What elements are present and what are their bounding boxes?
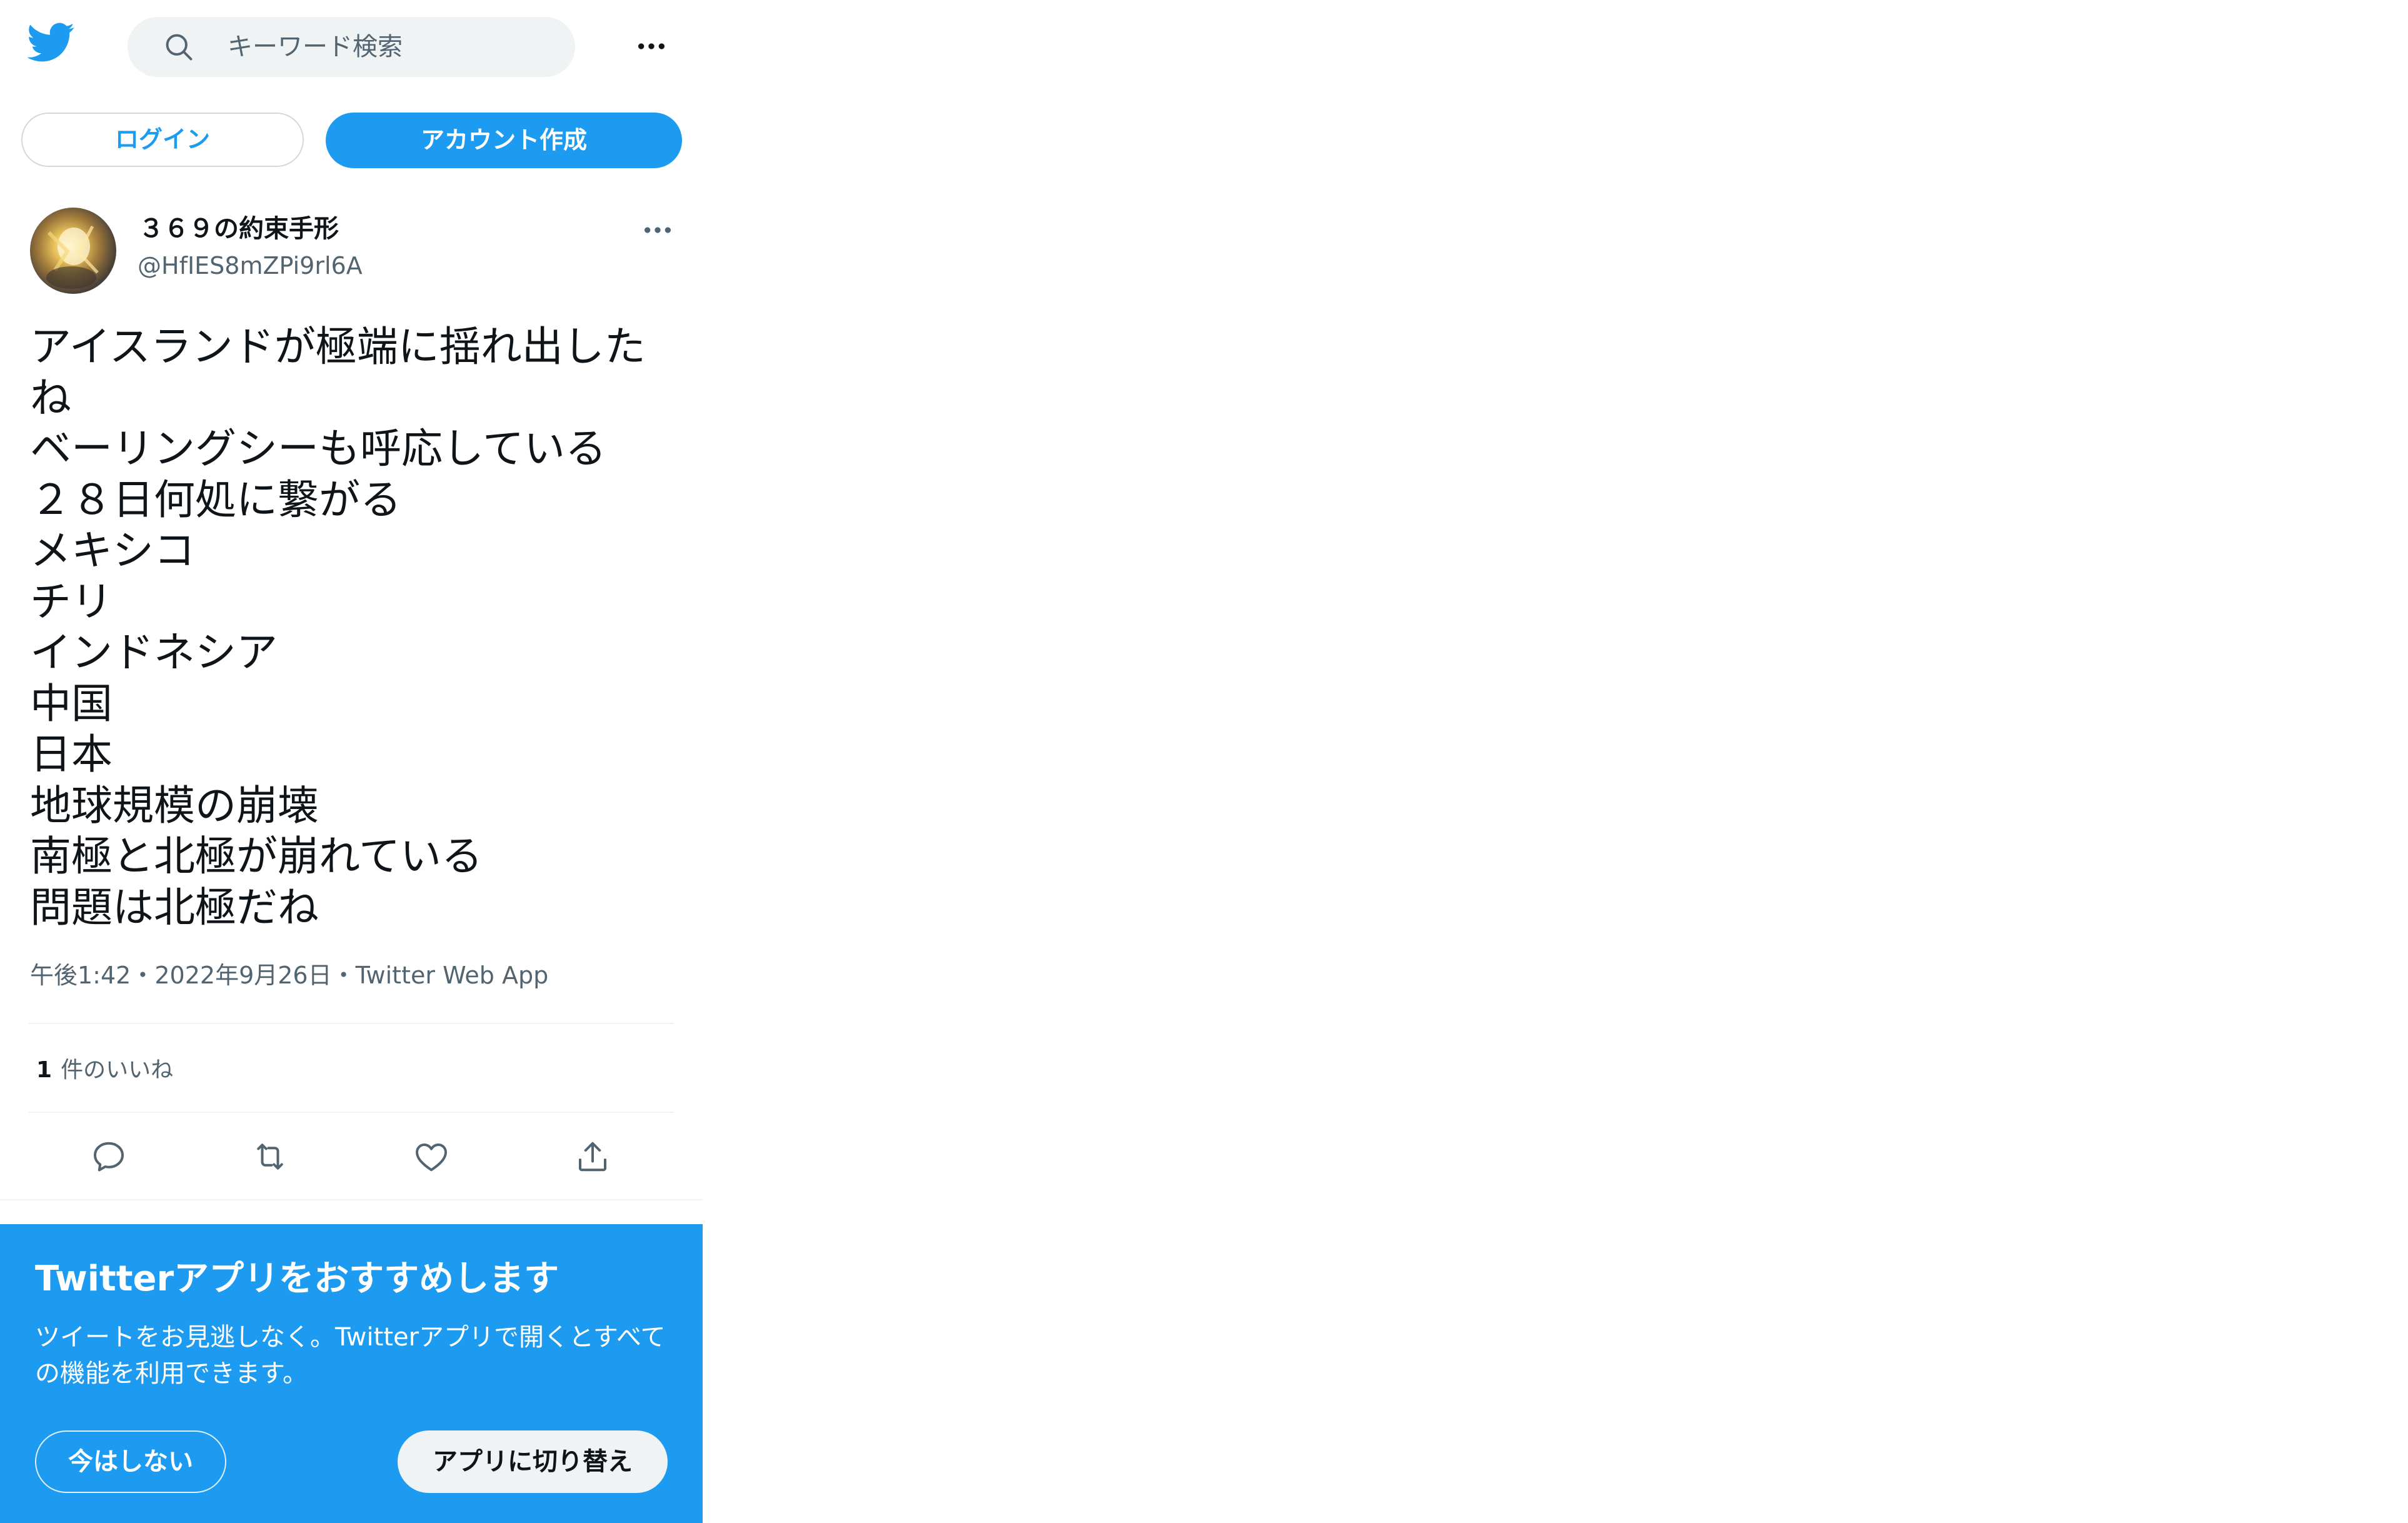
tweet-more-icon[interactable] — [640, 218, 675, 243]
page: キーワード検索 ログイン アカウント作成 ３６９の約束手形 @HfIES8mZP… — [0, 0, 2408, 1523]
meta-separator: ・ — [331, 962, 356, 989]
tweet-line: 中国 — [30, 679, 113, 728]
tweet-source[interactable]: Twitter Web App — [356, 962, 549, 989]
author-display-name[interactable]: ３６９の約束手形 — [139, 211, 339, 246]
retweet-icon[interactable] — [251, 1138, 289, 1175]
avatar[interactable] — [30, 208, 116, 294]
twitter-bird-icon[interactable] — [28, 23, 75, 63]
divider — [29, 1112, 674, 1113]
avatar-image — [46, 225, 99, 289]
login-button[interactable]: ログイン — [21, 113, 304, 167]
tweet-column: キーワード検索 ログイン アカウント作成 ３６９の約束手形 @HfIES8mZP… — [0, 0, 703, 1523]
search-placeholder: キーワード検索 — [228, 33, 403, 61]
tweet-meta: 午後1:42・2022年9月26日・Twitter Web App — [30, 958, 548, 993]
tweet-text: アイスランドが極端に揺れ出した ね ベーリングシーも呼応している ２８日何処に繋… — [30, 321, 680, 933]
likes-label: 件のいいね — [61, 1057, 174, 1083]
like-icon[interactable] — [413, 1138, 450, 1175]
tweet-line: メキシコ — [30, 526, 195, 575]
switch-to-app-button[interactable]: アプリに切り替え — [398, 1430, 668, 1493]
search-input[interactable]: キーワード検索 — [128, 17, 575, 77]
tweet-line: 地球規模の崩壊 — [30, 781, 319, 830]
not-now-button[interactable]: 今はしない — [35, 1430, 226, 1493]
tweet-line: ２８日何処に繋がる — [30, 475, 401, 524]
tweet-line: インドネシア — [30, 628, 278, 676]
tweet-time[interactable]: 午後1:42 — [30, 962, 131, 989]
likes-count: 1 — [36, 1057, 53, 1083]
divider — [0, 1199, 703, 1200]
author-handle[interactable]: @HfIES8mZPi9rl6A — [138, 249, 363, 283]
search-icon — [166, 34, 193, 61]
signup-button[interactable]: アカウント作成 — [326, 113, 682, 168]
likes-count-link[interactable]: 1 件のいいね — [36, 1053, 173, 1088]
tweet-line: 南極と北極が崩れている — [30, 832, 483, 880]
reply-icon[interactable] — [90, 1138, 128, 1175]
divider — [29, 1023, 674, 1024]
banner-title: Twitterアプリをおすすめします — [35, 1259, 559, 1299]
more-horizontal-icon[interactable] — [634, 29, 669, 64]
tweet-line: チリ — [30, 577, 113, 626]
meta-separator: ・ — [131, 962, 155, 989]
tweet-line: アイスランドが極端に揺れ出した — [30, 323, 646, 371]
app-promo-banner: Twitterアプリをおすすめします ツイートをお見逃しなく。Twitterアプ… — [0, 1224, 703, 1523]
tweet-date[interactable]: 2022年9月26日 — [154, 962, 331, 989]
tweet-line: 日本 — [30, 730, 113, 778]
banner-body: ツイートをお見逃しなく。Twitterアプリで開くとすべての機能を利用できます。 — [35, 1323, 666, 1388]
tweet-line: 問題は北極だね — [30, 883, 319, 932]
tweet-line: ね — [30, 373, 71, 422]
share-icon[interactable] — [574, 1138, 611, 1175]
tweet-line: ベーリングシーも呼応している — [30, 425, 607, 473]
